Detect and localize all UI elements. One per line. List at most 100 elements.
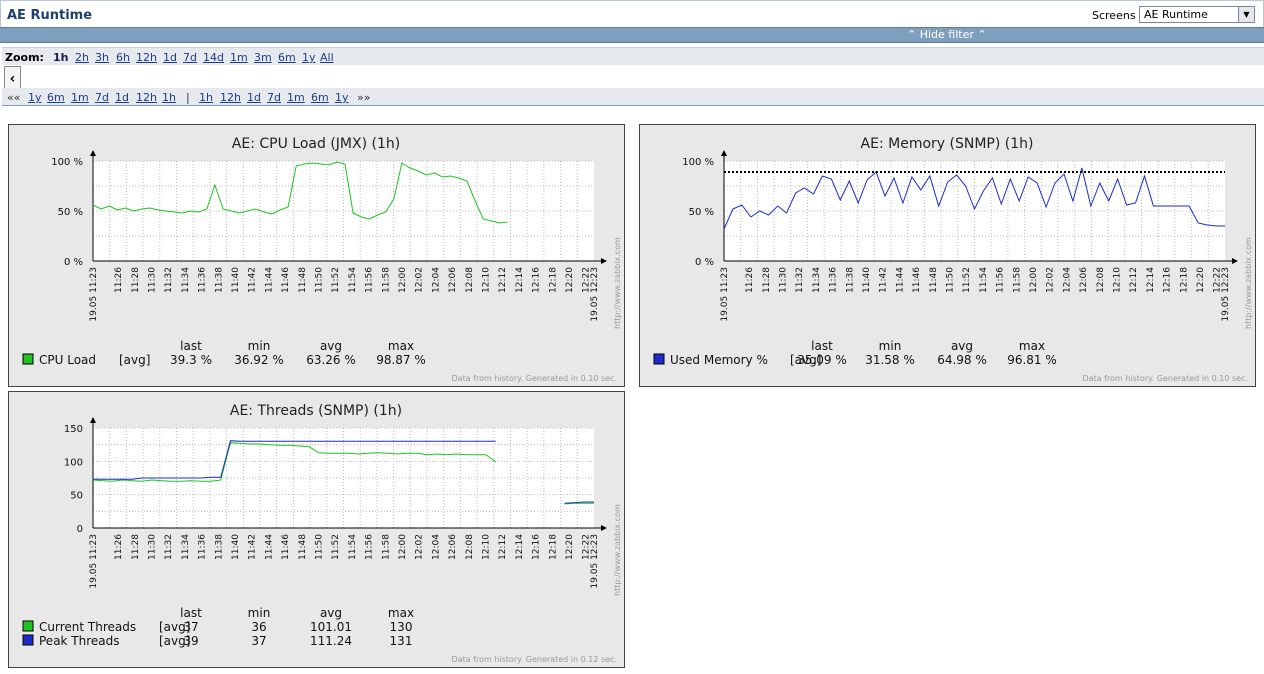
y-tick-label: 100 % [51,157,83,168]
period-fwd-1d[interactable]: 1d [247,91,261,104]
legend-item-name: CPU Load [39,353,96,367]
zoom-label: Zoom: [5,51,44,64]
period-fwd-6m[interactable]: 6m [311,91,329,104]
zoom-2h[interactable]: 2h [75,51,89,64]
x-start-label: 19.05 11:23 [720,267,730,322]
x-tick-label: 11:52 [331,267,341,293]
legend-header-last: last [811,339,833,353]
x-tick-label: 11:52 [331,534,341,560]
legend-last: 39 [183,634,198,648]
legend-header-avg: avg [320,339,342,353]
x-tick-label: 12:10 [481,534,491,560]
legend-max: 131 [390,634,413,648]
zoom-1h[interactable]: 1h [53,51,69,64]
zoom-7d[interactable]: 7d [183,51,197,64]
x-tick-label: 11:50 [314,267,324,293]
x-tick-label: 11:28 [131,534,141,560]
period-back-1d[interactable]: 1d [115,91,129,104]
period-fwd-1y[interactable]: 1y [335,91,349,104]
x-tick-label: 11:36 [198,534,208,560]
legend-min: 36 [251,620,266,634]
watermark: http://www.zabbix.com [1244,237,1253,329]
x-tick-label: 12:20 [565,267,575,293]
legend-header-min: min [248,606,271,620]
x-tick-label: 12:02 [1046,267,1056,293]
period-back-1m[interactable]: 1m [71,91,89,104]
screens-select[interactable]: AE Runtime ▼ [1139,6,1255,23]
zoom-3h[interactable]: 3h [95,51,109,64]
legend-header-avg: avg [320,606,342,620]
x-tick-label: 11:48 [929,267,939,293]
watermark: http://www.zabbix.com [613,504,622,596]
legend-header-min: min [879,339,902,353]
x-tick-label: 11:40 [862,267,872,293]
x-tick-label: 12:16 [532,534,542,560]
period-back-1h[interactable]: 1h [162,91,176,104]
cpu-load-graph[interactable]: AE: CPU Load (JMX) (1h) 0 % 50 % 100 % 19.05… [8,124,625,387]
x-tick-label: 11:30 [778,267,788,293]
legend-item-name: Used Memory % [670,353,768,367]
period-fwd-7d[interactable]: 7d [267,91,281,104]
x-tick-label: 11:48 [298,534,308,560]
zoom-1d[interactable]: 1d [163,51,177,64]
x-tick-label: 11:38 [845,267,855,293]
x-end-label: 19.05 12:23 [590,534,600,589]
legend-last: 35.09 % [797,353,847,367]
x-tick-label: 11:42 [248,534,258,560]
legend-header-last: last [180,339,202,353]
y-tick-label: 50 [70,491,83,502]
legend-swatch [22,353,34,365]
x-tick-label: 12:20 [565,534,575,560]
hide-filter-toggle[interactable]: ⌃ Hide filter ⌃ [907,28,987,42]
x-end-label: 19.05 12:23 [1221,267,1231,322]
x-tick-label: 12:12 [1129,267,1139,293]
x-tick-label: 11:46 [912,267,922,293]
screens-selected-value: AE Runtime [1144,8,1208,21]
period-fwd-1h[interactable]: 1h [199,91,213,104]
zoom-6h[interactable]: 6h [116,51,130,64]
memory-graph[interactable]: AE: Memory (SNMP) (1h) 0 % 50 % 100 % 19.05 … [639,124,1256,387]
chevron-down-icon: ▼ [1238,7,1254,22]
period-fwd-1m[interactable]: 1m [287,91,305,104]
x-tick-label: 12:04 [431,534,441,560]
screens-label: Screens [1092,9,1136,22]
legend-item-name: Current Threads [39,620,136,634]
x-tick-label: 11:32 [164,267,174,293]
period-back-6m[interactable]: 6m [47,91,65,104]
legend-avg: 63.26 % [306,353,356,367]
zoom-6m[interactable]: 6m [278,51,296,64]
period-back-7d[interactable]: 7d [95,91,109,104]
period-back-1y[interactable]: 1y [28,91,42,104]
period-prev-all[interactable]: «« [7,91,20,104]
x-tick-label: 11:54 [979,267,989,293]
x-tick-label: 11:36 [198,267,208,293]
graph-footer: Data from history. Generated in 0.10 sec… [1083,374,1248,383]
legend-swatch [22,620,34,632]
x-tick-label: 12:06 [448,534,458,560]
zoom-all[interactable]: All [320,51,334,64]
legend-swatch [653,353,665,365]
x-tick-label: 12:10 [1112,267,1122,293]
period-back-12h[interactable]: 12h [136,91,157,104]
x-tick-label: 11:58 [381,267,391,293]
threads-graph[interactable]: AE: Threads (SNMP) (1h) 0 50 100 150 19.05 11… [8,391,625,668]
y-tick-label: 100 % [682,157,714,168]
zoom-1y[interactable]: 1y [302,51,316,64]
period-fwd-12h[interactable]: 12h [220,91,241,104]
legend-max: 130 [390,620,413,634]
x-tick-label: 11:26 [114,534,124,560]
period-next-all[interactable]: »» [357,91,370,104]
zoom-12h[interactable]: 12h [136,51,157,64]
x-tick-label: 11:58 [381,534,391,560]
y-tick-label: 100 [64,457,83,468]
legend-last: 39.3 % [170,353,212,367]
zoom-3m[interactable]: 3m [254,51,272,64]
x-axis-arrow [601,258,607,264]
legend-header-max: max [1019,339,1045,353]
x-tick-label: 11:34 [812,267,822,293]
legend-max: 98.87 % [376,353,426,367]
zoom-14d[interactable]: 14d [203,51,224,64]
x-tick-label: 11:44 [264,267,274,293]
legend-header-max: max [388,339,414,353]
zoom-1m[interactable]: 1m [230,51,248,64]
